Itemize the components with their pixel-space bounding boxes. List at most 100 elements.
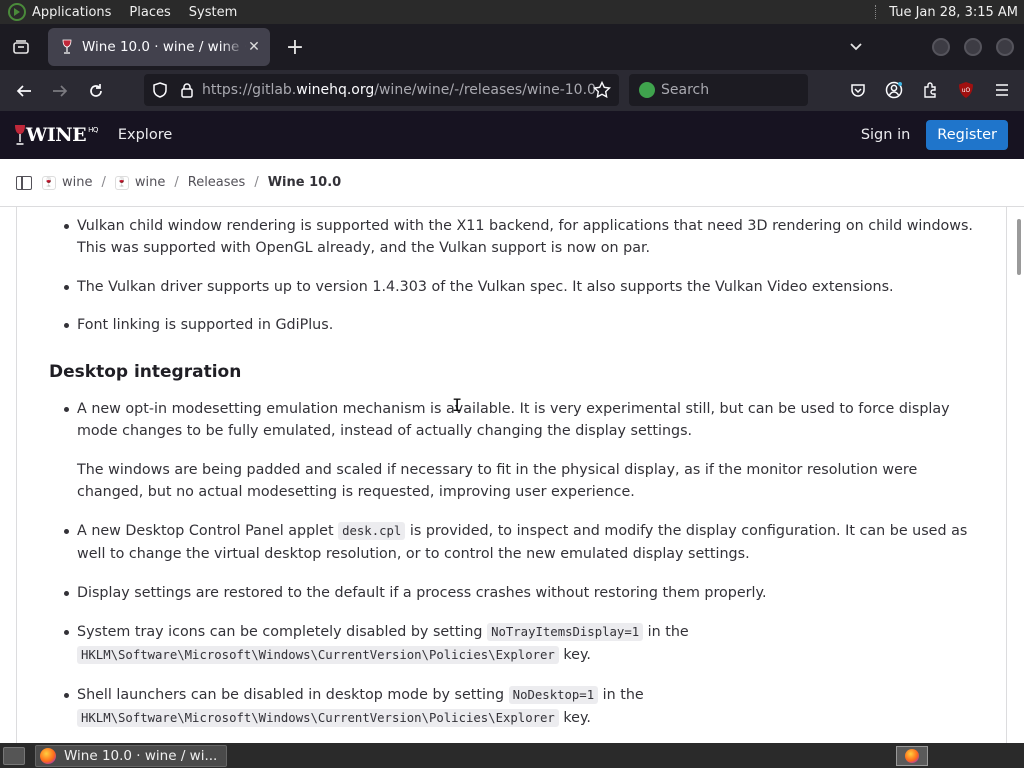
browser-tab-strip: Wine 10.0 · wine / wine · GitLab ✕ + [0, 24, 1024, 70]
list-item: Display settings are restored to the def… [49, 582, 979, 604]
reload-icon [90, 83, 102, 97]
list-item: A new opt-in modesetting emulation mecha… [49, 398, 979, 503]
chevron-down-icon [850, 43, 862, 51]
list-item-text: key. [558, 710, 591, 726]
wine-favicon-icon [62, 39, 72, 54]
breadcrumb-separator: / [254, 175, 259, 190]
url-bar[interactable]: https://gitlab.winehq.org/wine/wine/-/re… [144, 74, 619, 106]
app-menu-button[interactable] [984, 74, 1020, 106]
firefox-icon [905, 748, 919, 763]
panel-separator [875, 5, 881, 19]
list-item-text: System tray icons can be completely disa… [77, 624, 488, 640]
new-tab-button[interactable]: + [278, 30, 312, 64]
breadcrumb-separator: / [174, 175, 179, 190]
maximize-window-button[interactable] [964, 38, 982, 56]
account-icon [885, 81, 903, 99]
firefox-view-button[interactable] [2, 30, 40, 64]
tabs-icon [13, 40, 29, 54]
hamburger-menu-icon [996, 84, 1008, 96]
release-notes-content: Vulkan child window rendering is support… [0, 207, 1024, 743]
breadcrumb-item-group[interactable]: 🍷 wine [42, 175, 92, 190]
list-item: The Vulkan driver supports up to version… [49, 276, 979, 298]
breadcrumb-separator: / [101, 175, 106, 190]
shield-icon[interactable] [152, 82, 168, 98]
breadcrumb-item-releases[interactable]: Releases [188, 175, 246, 190]
wine-glass-icon [15, 125, 25, 145]
minimize-window-button[interactable] [932, 38, 950, 56]
distro-logo-icon[interactable] [8, 3, 26, 21]
account-button[interactable] [876, 74, 912, 106]
list-item: Shell launchers can be disabled in deskt… [49, 684, 979, 730]
logo-text: WINE [26, 124, 87, 146]
tab-title: Wine 10.0 · wine / wine · GitLab [82, 39, 246, 55]
lock-icon[interactable] [180, 82, 194, 98]
ublock-origin-button[interactable]: uO [948, 74, 984, 106]
gitlab-header: WINE HQ Explore Sign in Register [0, 111, 1024, 159]
places-menu[interactable]: Places [129, 5, 170, 20]
browser-nav-toolbar: https://gitlab.winehq.org/wine/wine/-/re… [0, 70, 1024, 111]
list-all-tabs-button[interactable] [846, 37, 866, 57]
puzzle-icon [924, 82, 936, 98]
sign-in-link[interactable]: Sign in [861, 127, 910, 143]
list-item-text: A new Desktop Control Panel applet [77, 523, 339, 539]
reload-button[interactable] [78, 75, 114, 107]
breadcrumb-item-current[interactable]: Wine 10.0 [268, 175, 341, 190]
forward-button[interactable] [42, 75, 78, 107]
search-engine-icon[interactable] [639, 82, 655, 98]
show-desktop-button[interactable] [3, 746, 25, 765]
text-cursor-icon: I [452, 396, 463, 416]
applications-menu[interactable]: Applications [32, 5, 111, 20]
wine-avatar-icon: 🍷 [114, 175, 129, 190]
content-border-right [1006, 207, 1007, 743]
system-top-panel: Applications Places System Tue Jan 28, 3… [0, 0, 1024, 24]
url-host: winehq.org [296, 82, 375, 98]
breadcrumb-label: wine [134, 175, 166, 190]
list-item-text: A new opt-in modesetting emulation mecha… [77, 401, 950, 439]
bottom-taskbar: Wine 10.0 · wine / wi... [0, 743, 1024, 768]
list-item: Vulkan child window rendering is support… [49, 215, 979, 259]
search-placeholder: Search [661, 82, 710, 98]
ublock-icon: uO [959, 82, 973, 98]
url-scheme: https://gitlab. [202, 82, 297, 98]
back-button[interactable] [6, 75, 42, 107]
content-border-left [16, 207, 17, 743]
register-button[interactable]: Register [926, 120, 1008, 150]
tab-close-icon[interactable]: ✕ [246, 39, 262, 55]
inline-code: desk.cpl [338, 522, 406, 540]
pocket-icon [851, 84, 865, 97]
inline-code: HKLM\Software\Microsoft\Windows\CurrentV… [77, 709, 559, 727]
list-item-text: in the [643, 624, 689, 640]
release-notes-body: Vulkan child window rendering is support… [49, 207, 979, 730]
wine-avatar-icon: 🍷 [42, 175, 56, 190]
breadcrumb: 🍷 wine / 🍷 wine / Releases / Wine 10.0 [0, 159, 1024, 207]
system-menu[interactable]: System [189, 5, 237, 20]
inline-code: NoTrayItemsDisplay=1 [487, 623, 644, 641]
bookmark-star-icon[interactable] [593, 81, 611, 99]
search-bar[interactable]: Search [629, 74, 808, 106]
list-item: System tray icons can be completely disa… [49, 621, 979, 667]
explore-link[interactable]: Explore [118, 127, 172, 143]
browser-tab-active[interactable]: Wine 10.0 · wine / wine · GitLab ✕ [48, 28, 270, 66]
taskbar-window-title: Wine 10.0 · wine / wi... [64, 747, 218, 764]
pocket-button[interactable] [840, 74, 876, 106]
sidebar-toggle-icon[interactable] [16, 175, 32, 190]
close-window-button[interactable] [996, 38, 1014, 56]
arrow-left-icon [16, 84, 31, 97]
workspace-switcher[interactable] [896, 745, 928, 766]
page-scrollbar[interactable] [1017, 219, 1021, 275]
section-heading: Desktop integration [49, 362, 242, 382]
list-item-text: key. [558, 647, 591, 663]
list-item-text: in the [598, 687, 644, 703]
clock[interactable]: Tue Jan 28, 3:15 AM [889, 5, 1018, 20]
svg-text:uO: uO [962, 87, 971, 94]
winehq-logo[interactable]: WINE HQ [14, 124, 98, 146]
extensions-button[interactable] [912, 74, 948, 106]
url-path: /wine/wine/-/releases/wine-10.0 [374, 82, 596, 98]
plus-icon: + [285, 34, 305, 60]
list-item-paragraph: The windows are being padded and scaled … [77, 462, 918, 500]
taskbar-window-button[interactable]: Wine 10.0 · wine / wi... [35, 744, 227, 767]
list-item: Font linking is supported in GdiPlus. [49, 314, 979, 336]
url-text: https://gitlab.winehq.org/wine/wine/-/re… [202, 82, 596, 98]
arrow-right-icon [53, 84, 68, 97]
breadcrumb-item-project[interactable]: 🍷 wine [114, 175, 166, 190]
